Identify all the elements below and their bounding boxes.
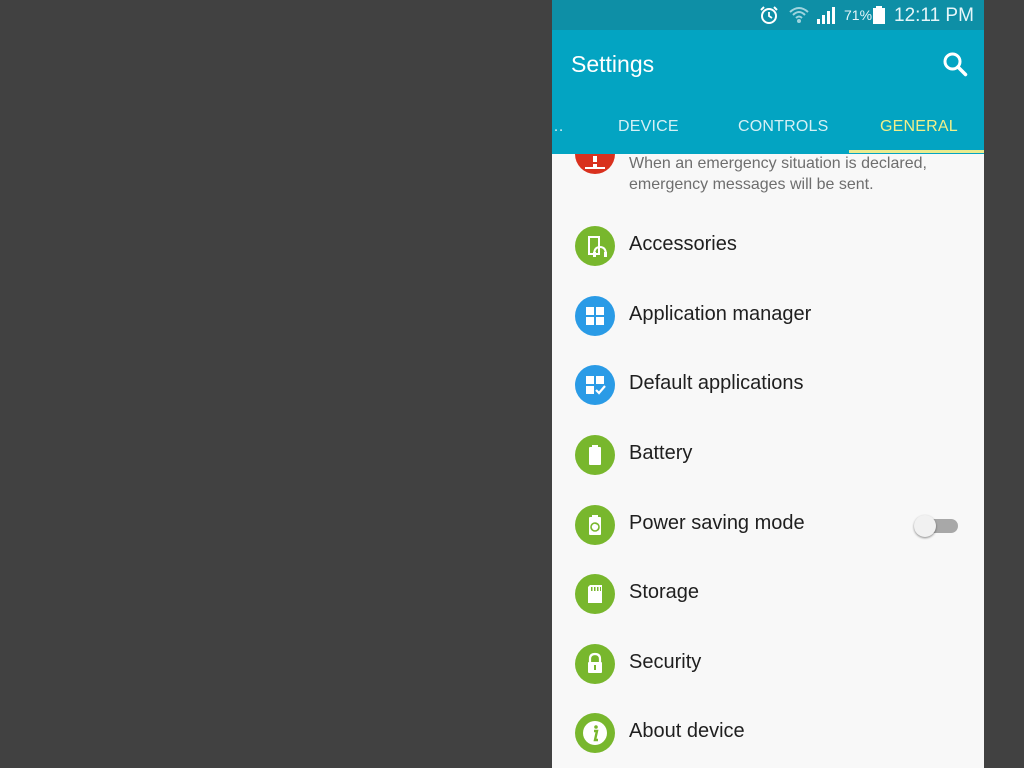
settings-screen: 71% 12:11 PM Settings … DEVICE CONTROLS … <box>552 0 984 768</box>
settings-item-label: Security <box>629 651 702 673</box>
sd-card-icon <box>575 574 615 614</box>
settings-item-label: About device <box>629 720 745 742</box>
settings-item-label: Application manager <box>629 303 812 325</box>
tab-controls[interactable]: CONTROLS <box>738 118 829 136</box>
tab-connections[interactable]: … <box>552 118 564 136</box>
lock-icon <box>575 644 615 684</box>
battery-percentage: 71% <box>844 7 873 23</box>
active-tab-indicator <box>849 150 984 153</box>
settings-item-storage[interactable]: Storage <box>552 560 984 629</box>
settings-item-about-device[interactable]: About device <box>552 699 984 768</box>
settings-item-application-manager[interactable]: Application manager <box>552 282 984 351</box>
status-bar: 71% 12:11 PM <box>552 0 984 30</box>
accessories-icon <box>575 226 615 266</box>
apps-grid-icon <box>575 296 615 336</box>
tab-device[interactable]: DEVICE <box>618 118 679 136</box>
status-clock: 12:11 PM <box>894 5 974 26</box>
settings-list: When an emergency situation is declared,… <box>552 154 984 768</box>
settings-item-default-applications[interactable]: Default applications <box>552 351 984 420</box>
emergency-mode-item[interactable]: When an emergency situation is declared,… <box>552 154 984 204</box>
wifi-icon <box>788 4 810 31</box>
default-apps-icon <box>575 365 615 405</box>
tab-general[interactable]: GENERAL <box>880 118 958 136</box>
toggle-knob <box>914 515 936 537</box>
battery-icon <box>872 6 886 29</box>
emergency-description: When an emergency situation is declared,… <box>629 155 927 193</box>
settings-item-security[interactable]: Security <box>552 630 984 699</box>
battery-icon <box>575 435 615 475</box>
settings-item-label: Battery <box>629 442 693 464</box>
page-title: Settings <box>571 51 655 77</box>
settings-item-label: Power saving mode <box>629 512 805 534</box>
signal-icon <box>815 4 837 31</box>
settings-item-label: Accessories <box>629 233 737 255</box>
app-bar: Settings … DEVICE CONTROLS GENERAL <box>552 30 984 154</box>
power-saving-icon <box>575 505 615 545</box>
alarm-icon <box>758 4 780 31</box>
settings-item-label: Default applications <box>629 372 804 394</box>
tab-bar: … DEVICE CONTROLS GENERAL <box>552 110 984 154</box>
settings-item-accessories[interactable]: Accessories <box>552 212 984 281</box>
info-icon <box>575 713 615 753</box>
search-icon[interactable] <box>942 51 968 82</box>
emergency-icon <box>575 154 615 174</box>
settings-item-power-saving-mode[interactable]: Power saving mode <box>552 491 984 560</box>
settings-item-label: Storage <box>629 581 700 603</box>
settings-item-battery[interactable]: Battery <box>552 421 984 490</box>
power-saving-toggle[interactable] <box>914 515 960 537</box>
